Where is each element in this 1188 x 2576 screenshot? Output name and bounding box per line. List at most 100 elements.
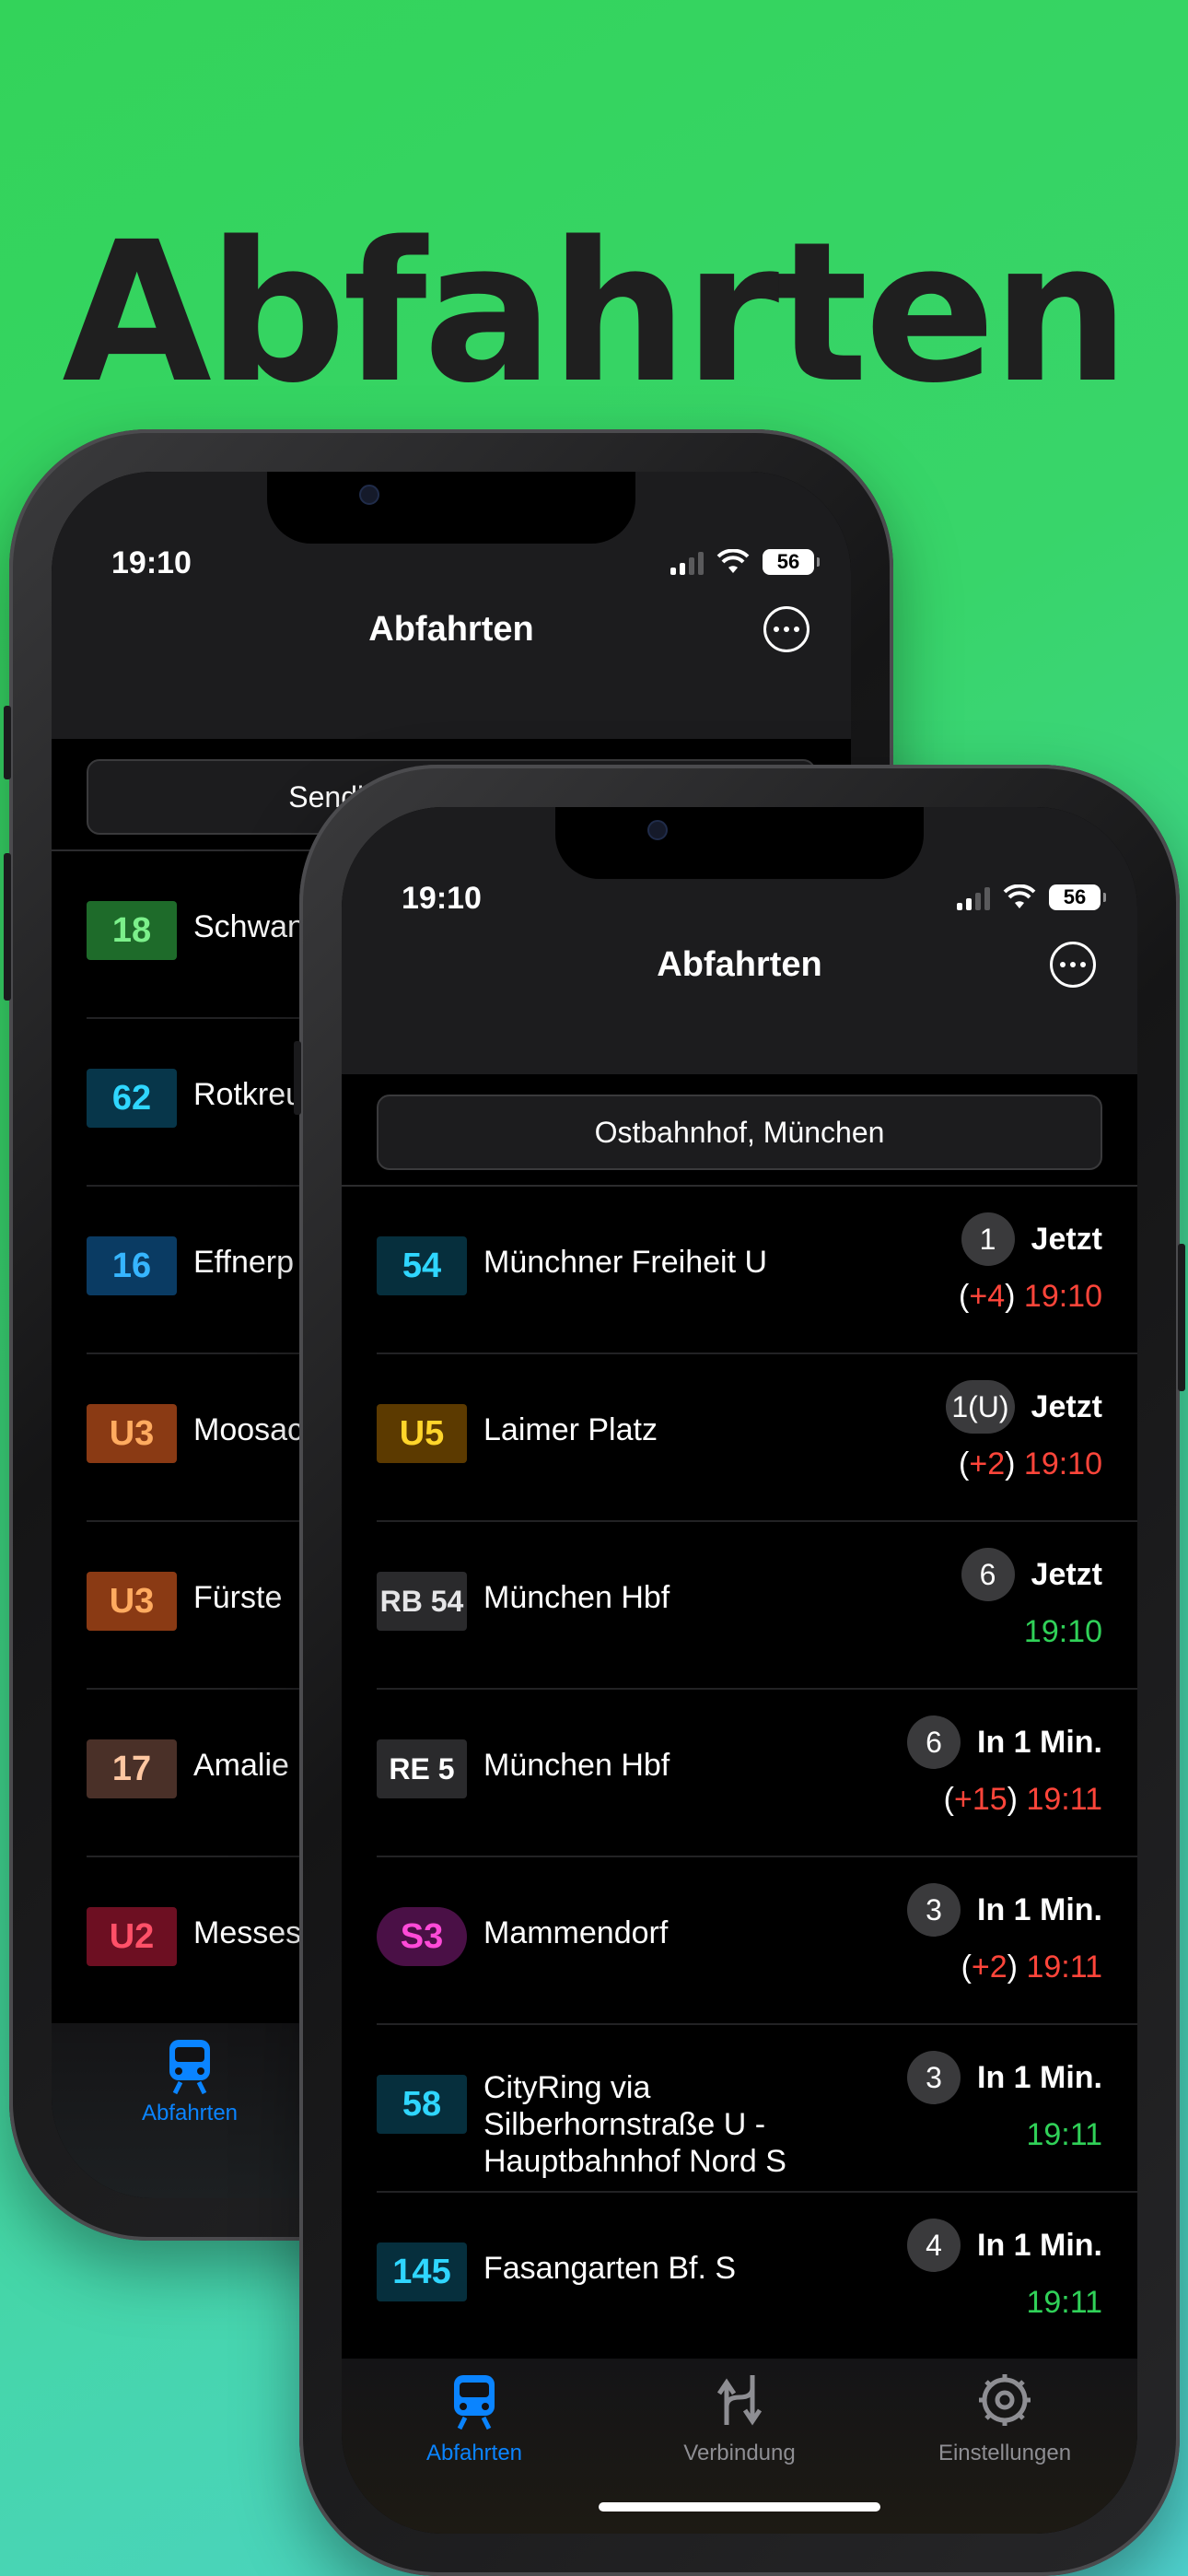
tab-label: Verbindung bbox=[683, 2441, 796, 2465]
dynamic-island bbox=[555, 807, 924, 879]
wifi-icon bbox=[716, 549, 750, 573]
destination-label: Münchner Freiheit U bbox=[483, 1245, 768, 1280]
line-badge: U2 bbox=[87, 1907, 177, 1966]
gear-icon bbox=[976, 2370, 1033, 2435]
delay-label: +4 bbox=[969, 1279, 1006, 1314]
line-badge: 145 bbox=[377, 2242, 467, 2301]
line-badge: U5 bbox=[377, 1404, 467, 1463]
platform-badge: 6 bbox=[907, 1715, 961, 1769]
departure-list[interactable]: 54 Münchner Freiheit U 1 Jetzt (+4) 19:10 U5 L… bbox=[377, 1187, 1137, 2528]
departure-time: 19:11 bbox=[1026, 1950, 1102, 1985]
departure-time: 19:10 bbox=[1023, 1279, 1102, 1314]
delay-label: +2 bbox=[969, 1446, 1006, 1481]
station-search-field[interactable]: Ostbahnhof, München bbox=[377, 1095, 1102, 1170]
platform-badge: 3 bbox=[907, 1883, 961, 1937]
tab-abfahrten[interactable]: Abfahrten bbox=[98, 2034, 282, 2198]
nav-title: Abfahrten bbox=[657, 945, 822, 984]
departure-time-line: (+2) 19:11 bbox=[961, 1950, 1102, 1985]
line-badge: 17 bbox=[87, 1739, 177, 1798]
line-badge: 18 bbox=[87, 901, 177, 960]
side-button bbox=[1178, 1244, 1185, 1391]
departure-time-line: 19:10 bbox=[961, 1614, 1102, 1650]
page-headline: Abfahrten bbox=[62, 200, 1129, 426]
tram-icon bbox=[169, 2040, 210, 2095]
platform-badge: 4 bbox=[907, 2219, 961, 2272]
wifi-icon bbox=[1003, 884, 1036, 908]
tab-label: Abfahrten bbox=[141, 2101, 239, 2125]
line-badge: RE 5 bbox=[377, 1739, 467, 1798]
departure-time: 19:11 bbox=[1026, 2285, 1102, 2320]
home-indicator[interactable] bbox=[599, 2502, 880, 2512]
battery-icon: 56 bbox=[1049, 884, 1106, 910]
more-options-icon[interactable] bbox=[763, 606, 809, 652]
platform-badge: 6 bbox=[961, 1548, 1015, 1601]
list-item[interactable]: U5 Laimer Platz 1(U) Jetzt (+2) 19:10 bbox=[377, 1354, 1137, 1522]
departure-time-line: 19:11 bbox=[907, 2285, 1102, 2321]
departure-line: 6 Jetzt bbox=[961, 1548, 1102, 1601]
departure-info: 4 In 1 Min. 19:11 bbox=[907, 2219, 1102, 2321]
battery-icon: 56 bbox=[763, 549, 820, 575]
departure-line: 3 In 1 Min. bbox=[907, 1883, 1102, 1937]
departure-time: 19:10 bbox=[1023, 1614, 1102, 1649]
line-badge: 16 bbox=[87, 1236, 177, 1295]
destination-label: München Hbf bbox=[483, 1580, 670, 1615]
departure-time: 19:10 bbox=[1023, 1446, 1102, 1481]
route-icon bbox=[714, 2370, 765, 2435]
tab-einstellungen[interactable]: Einstellungen bbox=[894, 2370, 1115, 2534]
list-item[interactable]: RB 54 München Hbf 6 Jetzt 19:10 bbox=[377, 1522, 1137, 1690]
status-icons: 56 bbox=[670, 549, 820, 575]
dynamic-island bbox=[267, 472, 635, 544]
line-badge: 62 bbox=[87, 1069, 177, 1128]
line-badge: U3 bbox=[87, 1572, 177, 1631]
side-button bbox=[4, 706, 11, 779]
signal-icon bbox=[957, 884, 990, 910]
departure-info: 1(U) Jetzt (+2) 19:10 bbox=[946, 1380, 1102, 1482]
platform-badge: 3 bbox=[907, 2051, 961, 2104]
departure-time-line: (+15) 19:11 bbox=[943, 1782, 1102, 1817]
signal-icon bbox=[670, 549, 704, 575]
status-time: 19:10 bbox=[402, 881, 482, 916]
departure-relative: Jetzt bbox=[1031, 1221, 1102, 1257]
line-badge: RB 54 bbox=[377, 1572, 467, 1631]
list-item[interactable]: S3 Mammendorf 3 In 1 Min. (+2) 19:11 bbox=[377, 1857, 1137, 2025]
destination-label: CityRing via Silberhornstraße U - Hauptb… bbox=[483, 2070, 786, 2179]
nav-title: Abfahrten bbox=[368, 610, 534, 649]
status-time: 19:10 bbox=[111, 545, 192, 580]
departure-relative: In 1 Min. bbox=[977, 1724, 1102, 1760]
front-phone-frame: 19:10 56 Abfahrten Ostbahnhof, München 5… bbox=[294, 765, 1185, 2576]
front-phone-screen: 19:10 56 Abfahrten Ostbahnhof, München 5… bbox=[342, 807, 1137, 2534]
departure-info: 6 Jetzt 19:10 bbox=[961, 1548, 1102, 1650]
destination-label: Fasangarten Bf. S bbox=[483, 2251, 737, 2286]
departure-line: 4 In 1 Min. bbox=[907, 2219, 1102, 2272]
line-badge: U3 bbox=[87, 1404, 177, 1463]
list-item[interactable]: 58 CityRing via Silberhornstraße U - Haup… bbox=[377, 2025, 1137, 2193]
delay-label: +15 bbox=[953, 1782, 1007, 1817]
list-item[interactable]: 54 Münchner Freiheit U 1 Jetzt (+4) 19:10 bbox=[377, 1187, 1137, 1354]
departure-info: 1 Jetzt (+4) 19:10 bbox=[959, 1212, 1102, 1315]
destination-label: Mammendorf bbox=[483, 1915, 669, 1950]
tab-label: Abfahrten bbox=[425, 2441, 523, 2465]
line-badge: 58 bbox=[377, 2075, 467, 2134]
more-options-icon[interactable] bbox=[1050, 942, 1096, 988]
tab-abfahrten[interactable]: Abfahrten bbox=[364, 2370, 585, 2534]
list-item[interactable]: RE 5 München Hbf 6 In 1 Min. (+15) 19:11 bbox=[377, 1690, 1137, 1857]
departure-info: 6 In 1 Min. (+15) 19:11 bbox=[907, 1715, 1102, 1818]
departure-time-line: (+4) 19:10 bbox=[959, 1279, 1102, 1314]
departure-time: 19:11 bbox=[1026, 2117, 1102, 2152]
destination-label: München Hbf bbox=[483, 1748, 670, 1783]
departure-line: 3 In 1 Min. bbox=[907, 2051, 1102, 2104]
side-button bbox=[4, 853, 11, 1001]
departure-relative: In 1 Min. bbox=[977, 2059, 1102, 2095]
departure-time: 19:11 bbox=[1026, 1782, 1102, 1817]
destination-label: Laimer Platz bbox=[483, 1412, 658, 1447]
departure-relative: In 1 Min. bbox=[977, 1891, 1102, 1927]
departure-time-line: 19:11 bbox=[907, 2117, 1102, 2153]
delay-label: +2 bbox=[971, 1950, 1007, 1985]
departure-line: 6 In 1 Min. bbox=[907, 1715, 1102, 1769]
departure-info: 3 In 1 Min. 19:11 bbox=[907, 2051, 1102, 2153]
platform-badge: 1 bbox=[961, 1212, 1015, 1266]
departure-info: 3 In 1 Min. (+2) 19:11 bbox=[907, 1883, 1102, 1985]
departure-line: 1 Jetzt bbox=[959, 1212, 1102, 1266]
list-item[interactable]: 145 Fasangarten Bf. S 4 In 1 Min. 19:11 bbox=[377, 2193, 1137, 2360]
line-badge: 54 bbox=[377, 1236, 467, 1295]
